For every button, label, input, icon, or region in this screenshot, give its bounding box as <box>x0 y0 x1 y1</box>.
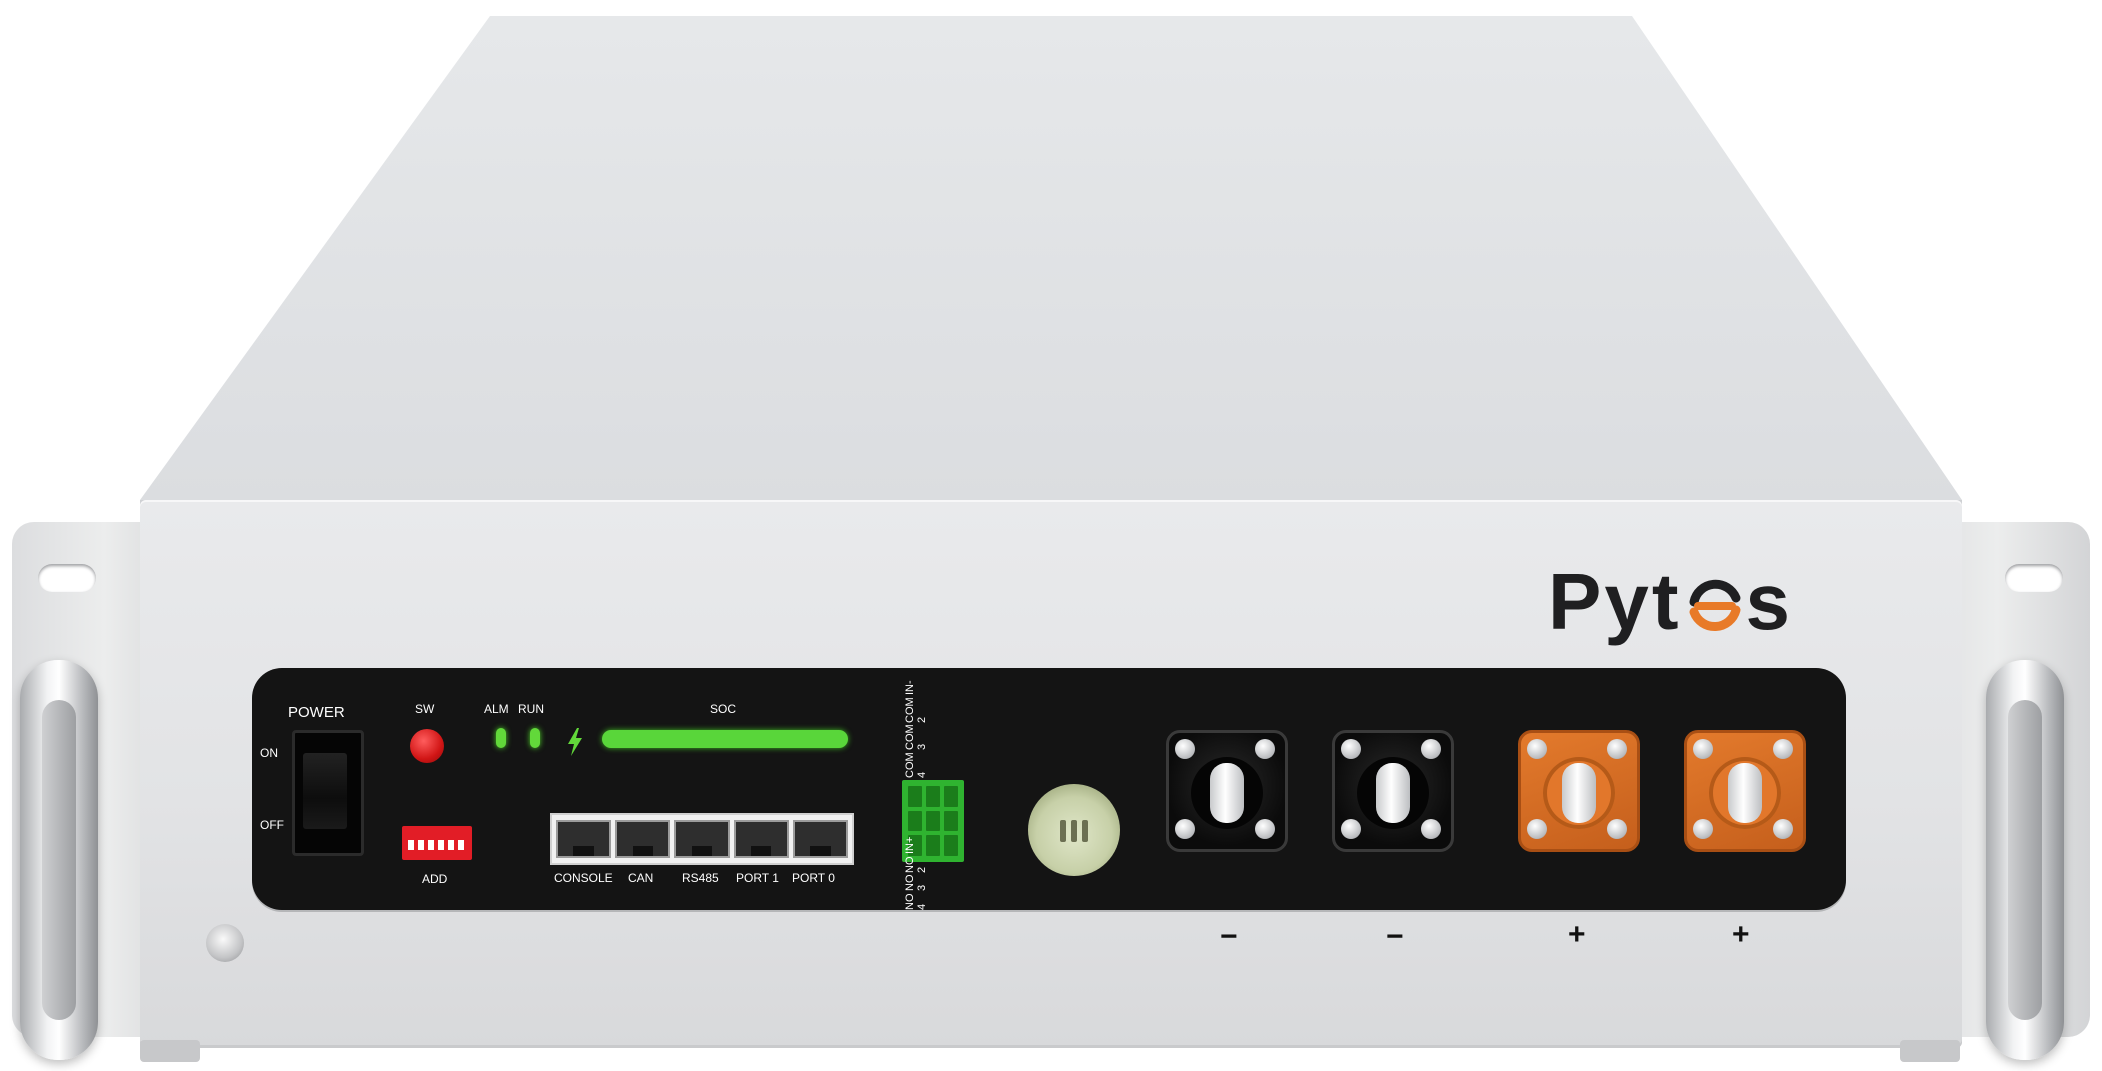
run-label: RUN <box>518 702 544 716</box>
terminal-bolt <box>1175 819 1195 839</box>
rs485-port-label: RS485 <box>682 871 719 885</box>
brand-logo: Pyt s <box>1548 556 1793 648</box>
port-0[interactable] <box>792 820 849 858</box>
logo-text-right: s <box>1745 557 1793 646</box>
com3-label: COM 3 <box>904 724 928 751</box>
right-ear-hole <box>2005 564 2063 592</box>
right-foot <box>1900 1040 1960 1062</box>
on-label: ON <box>260 746 278 760</box>
sw-label: SW <box>415 702 435 716</box>
ground-screw <box>206 924 244 962</box>
soc-label: SOC <box>710 702 737 716</box>
negative-terminal-1[interactable] <box>1166 730 1288 852</box>
terminal-pin <box>1376 763 1410 823</box>
connector-pin <box>1071 820 1077 842</box>
terminal-pin <box>1210 763 1244 823</box>
left-ear-hole <box>38 564 96 592</box>
device-lid <box>140 16 1962 512</box>
terminal-slot <box>944 810 958 832</box>
positive-terminal-2[interactable] <box>1684 730 1806 852</box>
terminal-bolt <box>1341 739 1361 759</box>
rs485-port[interactable] <box>674 820 730 858</box>
charging-bolt-icon <box>568 728 582 756</box>
negative-symbol-2: − <box>1386 920 1404 953</box>
can-port[interactable] <box>615 820 671 858</box>
terminal-bolt <box>1527 739 1547 759</box>
console-port-label: CONSOLE <box>554 871 613 885</box>
dip-switch-2[interactable] <box>418 840 424 850</box>
left-handle[interactable] <box>20 660 98 1060</box>
terminal-bolt <box>1175 739 1195 759</box>
power-rocker[interactable] <box>303 753 347 829</box>
terminal-bolt <box>1607 739 1627 759</box>
alm-label: ALM <box>484 702 509 716</box>
control-panel: POWER ON OFF SW ALM RUN SOC ADD CONSOLE … <box>252 668 1846 910</box>
terminal-bolt <box>1255 819 1275 839</box>
console-port[interactable] <box>556 820 612 858</box>
terminal-slot <box>908 786 922 807</box>
connector-pin <box>1060 820 1066 842</box>
round-connector[interactable] <box>1028 784 1120 876</box>
logo-text-left: Pyt <box>1548 557 1682 646</box>
left-handle-grip <box>42 700 76 1020</box>
terminal-bolt <box>1255 739 1275 759</box>
terminal-top-labels: COM 4 COM 3 COM 2 IN- <box>904 680 928 778</box>
off-label: OFF <box>260 818 284 832</box>
terminal-bolt <box>1421 819 1441 839</box>
dip-switch-3[interactable] <box>428 840 434 850</box>
logo-e-mark-icon <box>1689 579 1740 632</box>
connector-pin <box>1082 820 1088 842</box>
dip-switch-6[interactable] <box>458 840 464 850</box>
com4-label: COM 4 <box>904 752 928 778</box>
terminal-bolt <box>1527 819 1547 839</box>
can-port-label: CAN <box>628 871 654 885</box>
rj45-port-block <box>550 813 854 865</box>
power-label: POWER <box>288 704 345 721</box>
terminal-bolt <box>1607 819 1627 839</box>
terminal-bottom-labels: NO 4 NO 3 NO 2 IN+ <box>904 837 928 911</box>
port-1[interactable] <box>733 820 789 858</box>
dip-switch-5[interactable] <box>448 840 454 850</box>
connector-pins <box>1060 820 1088 842</box>
power-switch[interactable] <box>292 730 364 856</box>
terminal-slot <box>944 835 958 856</box>
in-minus-label: IN- <box>904 680 916 695</box>
port-1-label: PORT 1 <box>736 871 779 885</box>
positive-terminal-1[interactable] <box>1518 730 1640 852</box>
port-0-label: PORT 0 <box>792 871 835 885</box>
dip-switch-4[interactable] <box>438 840 444 850</box>
terminal-bolt <box>1693 819 1713 839</box>
address-dip-switch[interactable] <box>402 826 472 860</box>
positive-symbol-2: + <box>1732 918 1750 951</box>
terminal-bolt <box>1421 739 1441 759</box>
right-handle-grip <box>2008 700 2042 1020</box>
com2-label: COM 2 <box>904 696 928 723</box>
terminal-slot <box>926 810 940 832</box>
soc-bar <box>602 730 848 748</box>
terminal-pin <box>1562 763 1596 823</box>
no2-label: NO 2 <box>904 856 928 874</box>
terminal-bolt <box>1693 739 1713 759</box>
add-label: ADD <box>422 872 448 886</box>
run-led <box>530 728 540 748</box>
no3-label: NO 3 <box>904 875 928 892</box>
negative-terminal-2[interactable] <box>1332 730 1454 852</box>
dip-switch-1[interactable] <box>408 840 414 850</box>
positive-symbol-1: + <box>1568 918 1586 951</box>
terminal-pin <box>1728 763 1762 823</box>
no4-label: NO 4 <box>904 893 928 911</box>
terminal-bolt <box>1773 819 1793 839</box>
alm-led <box>496 728 506 748</box>
terminal-slot <box>926 786 940 807</box>
sw-button[interactable] <box>410 729 444 763</box>
terminal-slot <box>944 786 958 807</box>
terminal-bolt <box>1341 819 1361 839</box>
terminal-slot <box>926 835 940 856</box>
left-foot <box>140 1040 200 1062</box>
negative-symbol-1: − <box>1220 920 1238 953</box>
right-handle[interactable] <box>1986 660 2064 1060</box>
in-plus-label: IN+ <box>904 837 916 855</box>
terminal-bolt <box>1773 739 1793 759</box>
terminal-slot <box>908 810 922 832</box>
